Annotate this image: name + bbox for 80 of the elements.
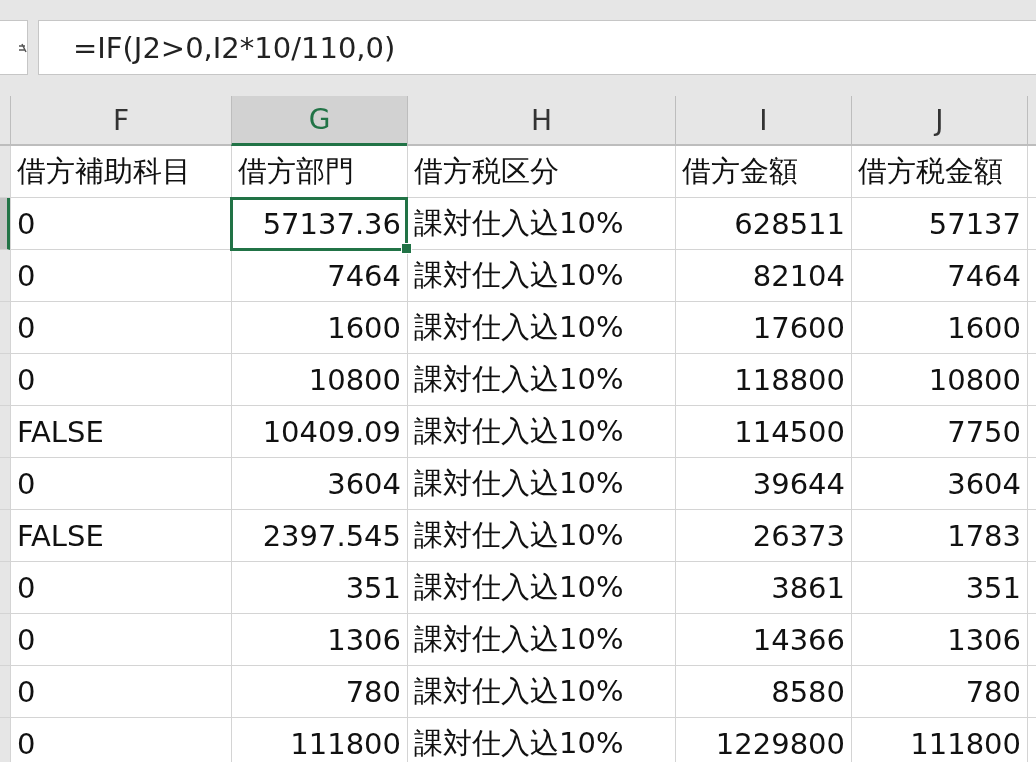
table-cell: 26373 — [675, 510, 851, 562]
table-cell: 0 — [10, 562, 231, 614]
column-header[interactable]: J — [851, 96, 1027, 146]
table-cell — [1027, 146, 1036, 198]
table-cell — [1027, 562, 1036, 614]
table-cell — [1027, 510, 1036, 562]
table-cell: 7464 — [851, 250, 1027, 302]
table-cell: 111800 — [851, 718, 1027, 762]
table-cell: 780 — [851, 666, 1027, 718]
table-cell: 628511 — [675, 198, 851, 250]
table-cell: 課対仕入込10% — [407, 406, 675, 458]
table-cell — [1027, 354, 1036, 406]
table-cell: 3604 — [231, 458, 407, 510]
table-cell: 1600 — [851, 302, 1027, 354]
table-cell — [1027, 406, 1036, 458]
table-cell: 111800 — [231, 718, 407, 762]
row-header[interactable] — [0, 198, 10, 250]
table-cell — [1027, 250, 1036, 302]
table-cell: 57137 — [851, 198, 1027, 250]
selected-cell: 57137.36 — [231, 198, 407, 250]
column-header[interactable]: G — [231, 96, 407, 146]
table-cell: 1229800 — [675, 718, 851, 762]
column-header[interactable] — [1027, 96, 1036, 146]
column-header[interactable]: F — [10, 96, 231, 146]
table-cell: 課対仕入込10% — [407, 718, 675, 762]
table-cell: 351 — [851, 562, 1027, 614]
fill-handle[interactable] — [401, 243, 412, 254]
table-cell: FALSE — [10, 406, 231, 458]
table-cell: 39644 — [675, 458, 851, 510]
table-cell: 0 — [10, 718, 231, 762]
table-cell: 118800 — [675, 354, 851, 406]
table-cell: 0 — [10, 302, 231, 354]
table-cell: 課対仕入込10% — [407, 562, 675, 614]
table-cell: 借方金額 — [675, 146, 851, 198]
table-cell: 10800 — [231, 354, 407, 406]
table-cell: 課対仕入込10% — [407, 510, 675, 562]
table-cell: 17600 — [675, 302, 851, 354]
table-cell: 0 — [10, 354, 231, 406]
table-cell: 3861 — [675, 562, 851, 614]
table-cell: 0 — [10, 614, 231, 666]
table-cell: 課対仕入込10% — [407, 458, 675, 510]
table-cell: 351 — [231, 562, 407, 614]
table-cell: 0 — [10, 458, 231, 510]
table-cell: 0 — [10, 666, 231, 718]
table-cell — [1027, 302, 1036, 354]
table-cell: 8580 — [675, 666, 851, 718]
table-cell: 114500 — [675, 406, 851, 458]
table-cell: 0 — [10, 198, 231, 250]
table-cell: 課対仕入込10% — [407, 250, 675, 302]
formula-field[interactable]: =IF(J2>0,I2*10/110,0) — [38, 20, 1036, 75]
table-cell: 10409.09 — [231, 406, 407, 458]
table-cell: 10800 — [851, 354, 1027, 406]
table-cell: 1600 — [231, 302, 407, 354]
table-cell — [1027, 666, 1036, 718]
table-cell — [1027, 614, 1036, 666]
table-cell — [1027, 198, 1036, 250]
table-cell: 借方税区分 — [407, 146, 675, 198]
table-cell: 3604 — [851, 458, 1027, 510]
table-cell: 1783 — [851, 510, 1027, 562]
column-header[interactable]: I — [675, 96, 851, 146]
table-cell: 7464 — [231, 250, 407, 302]
table-cell: FALSE — [10, 510, 231, 562]
table-cell: 2397.545 — [231, 510, 407, 562]
table-cell: 課対仕入込10% — [407, 302, 675, 354]
table-cell: 課対仕入込10% — [407, 666, 675, 718]
table-cell: 7750 — [851, 406, 1027, 458]
table-cell: 課対仕入込10% — [407, 198, 675, 250]
column-header[interactable]: H — [407, 96, 675, 146]
table-cell: 課対仕入込10% — [407, 614, 675, 666]
table-cell: 780 — [231, 666, 407, 718]
table-cell: 82104 — [675, 250, 851, 302]
table-cell: 14366 — [675, 614, 851, 666]
table-cell: 0 — [10, 250, 231, 302]
table-cell: 課対仕入込10% — [407, 354, 675, 406]
table-cell: 1306 — [851, 614, 1027, 666]
table-cell: 借方税金額 — [851, 146, 1027, 198]
table-cell: 1306 — [231, 614, 407, 666]
table-cell: 借方補助科目 — [10, 146, 231, 198]
table-cell: 借方部門 — [231, 146, 407, 198]
table-cell — [1027, 458, 1036, 510]
